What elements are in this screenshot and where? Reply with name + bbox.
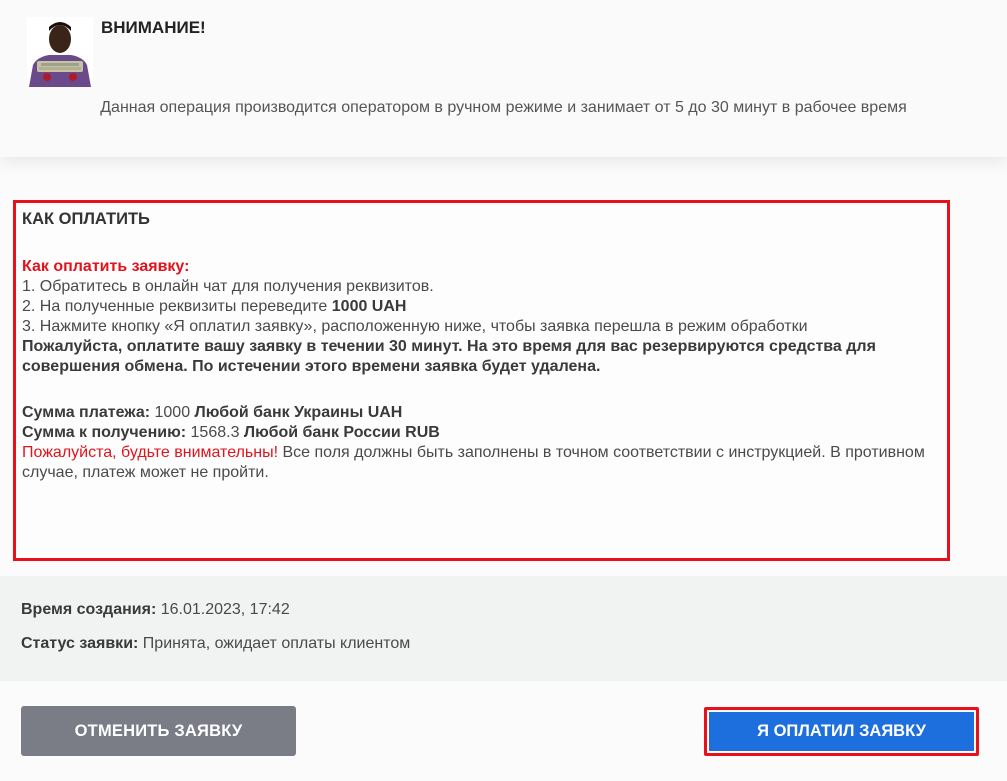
avatar — [27, 17, 93, 87]
notice-text: Данная операция производится оператором … — [100, 99, 907, 116]
notice-block: ВНИМАНИЕ! Данная операция производится о… — [0, 0, 1007, 157]
created-time-label: Время создания: — [21, 601, 157, 618]
man-with-money-icon — [27, 17, 93, 87]
step-2-amount: 1000 UAH — [331, 298, 407, 315]
payment-amount-value: 1000 — [150, 404, 195, 421]
attention-note: Пожалуйста, будьте внимательны! Все поля… — [22, 443, 939, 483]
payment-deadline-warning: Пожалуйста, оплатите вашу заявку в течен… — [22, 338, 876, 375]
paid-button-frame: Я ОПЛАТИЛ ЗАЯВКУ — [704, 707, 979, 756]
order-info: Время создания: 16.01.2023, 17:42 Статус… — [0, 576, 1007, 681]
created-time-value: 16.01.2023, 17:42 — [156, 601, 290, 618]
order-status-value: Принята, ожидает оплаты клиентом — [138, 635, 411, 652]
step-2-text: 2. На полученные реквизиты переведите — [22, 298, 332, 315]
payment-instructions: КАК ОПЛАТИТЬ Как оплатить заявку: 1. Обр… — [13, 200, 950, 561]
order-status-label: Статус заявки: — [21, 635, 139, 652]
i-paid-button[interactable]: Я ОПЛАТИЛ ЗАЯВКУ — [709, 712, 974, 751]
instructions-subheading: Как оплатить заявку: — [22, 258, 190, 275]
receive-amount-bank: Любой банк России RUB — [243, 424, 440, 441]
instructions-heading: КАК ОПЛАТИТЬ — [22, 210, 150, 228]
step-3: 3. Нажмите кнопку «Я оплатил заявку», ра… — [22, 318, 808, 335]
receive-amount-label: Сумма к получению: — [22, 424, 187, 441]
payment-amount-label: Сумма платежа: — [22, 404, 151, 421]
notice-title: ВНИМАНИЕ! — [101, 18, 206, 37]
order-status: Статус заявки: Принята, ожидает оплаты к… — [21, 635, 1007, 669]
payment-amount-bank: Любой банк Украины UAH — [194, 404, 403, 421]
payment-amount: Сумма платежа: 1000 Любой банк Украины U… — [22, 403, 939, 423]
receive-amount: Сумма к получению: 1568.3 Любой банк Рос… — [22, 423, 939, 443]
step-1: 1. Обратитесь в онлайн чат для получения… — [22, 278, 434, 295]
attention-note-red: Пожалуйста, будьте внимательны! — [22, 444, 279, 461]
step-2: 2. На полученные реквизиты переведите 10… — [22, 297, 939, 317]
cancel-order-button[interactable]: ОТМЕНИТЬ ЗАЯВКУ — [21, 706, 296, 756]
receive-amount-value: 1568.3 — [186, 424, 244, 441]
created-time: Время создания: 16.01.2023, 17:42 — [21, 601, 1007, 635]
